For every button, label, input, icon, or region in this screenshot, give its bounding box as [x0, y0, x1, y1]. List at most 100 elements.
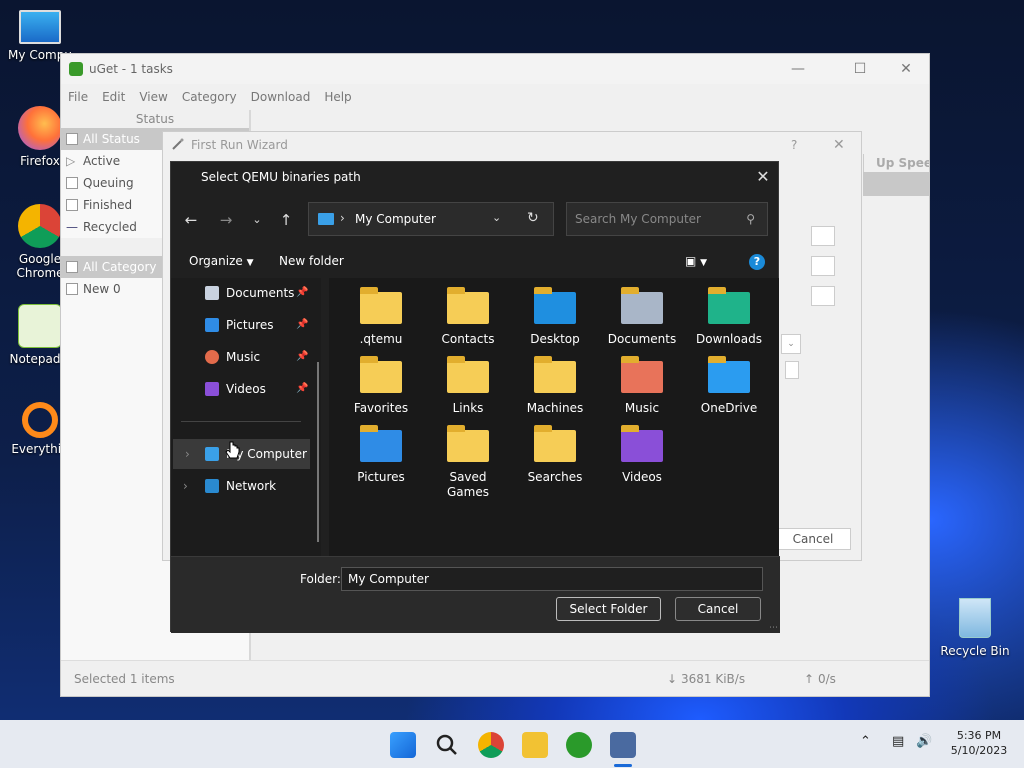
folder-item-favorites[interactable]: Favorites — [339, 347, 423, 416]
menu-help[interactable]: Help — [324, 90, 351, 104]
pin-icon: 📌 — [296, 383, 309, 394]
forward-arrow-icon[interactable]: → — [216, 210, 236, 230]
folder-item-desktop[interactable]: Desktop — [513, 278, 597, 347]
address-dropdown-icon[interactable]: ⌄ — [492, 211, 501, 224]
organize-button[interactable]: Organize ▼ — [189, 254, 254, 268]
folder-input[interactable]: My Computer — [341, 567, 763, 591]
uget-menubar: File Edit View Category Download Help — [61, 84, 929, 110]
volume-icon[interactable]: 🔊 — [916, 734, 932, 749]
computer-icon — [318, 213, 334, 225]
wizard-close-button[interactable]: ✕ — [833, 132, 845, 158]
tray-overflow-chevron-icon[interactable]: ⌃ — [860, 734, 871, 749]
dialog-close-button[interactable]: ✕ — [748, 162, 778, 192]
play-icon: ▷ — [66, 154, 76, 168]
minimize-button[interactable]: — — [775, 54, 821, 84]
nav-item-videos[interactable]: Videos 📌 — [171, 374, 321, 404]
documents-icon — [205, 286, 219, 300]
chrome-icon — [18, 204, 62, 248]
refresh-icon[interactable]: ↻ — [527, 210, 539, 226]
start-windows-icon[interactable] — [390, 732, 416, 758]
uget-title: uGet - 1 tasks — [89, 62, 173, 76]
folder-item-downloads[interactable]: Downloads — [687, 278, 771, 347]
up-arrow-icon[interactable]: ↑ — [276, 210, 296, 230]
firefox-icon — [18, 106, 62, 150]
nav-item-documents[interactable]: Documents 📌 — [171, 278, 321, 308]
download-speed: 3681 KiB/s — [681, 672, 746, 686]
wizard-title: First Run Wizard — [191, 138, 288, 152]
folder-icon — [534, 425, 576, 462]
up-speed-column-bar — [863, 172, 929, 196]
uget-icon[interactable] — [566, 732, 592, 758]
new-folder-button[interactable]: New folder — [279, 254, 344, 268]
file-explorer-icon[interactable] — [522, 732, 548, 758]
resize-grip-icon[interactable]: ⋯ — [769, 623, 778, 633]
monitor-icon — [19, 10, 61, 44]
folder-item-searches[interactable]: Searches — [513, 416, 597, 485]
network-icon — [205, 479, 219, 493]
dialog-cancel-button[interactable]: Cancel — [675, 597, 761, 621]
dialog-titlebar: Select QEMU binaries path ✕ — [171, 162, 778, 192]
chrome-icon[interactable] — [478, 732, 504, 758]
maximize-button[interactable]: ☐ — [837, 54, 883, 84]
folder-item-qtemu[interactable]: .qtemu — [339, 278, 423, 347]
qtemu-icon[interactable] — [610, 732, 636, 758]
wizard-help-button[interactable]: ? — [791, 132, 797, 158]
select-folder-button[interactable]: Select Folder — [556, 597, 661, 621]
menu-category[interactable]: Category — [182, 90, 237, 104]
music-folder-icon — [621, 356, 663, 393]
menu-view[interactable]: View — [139, 90, 167, 104]
downloads-folder-icon — [708, 287, 750, 324]
dialog-navbar: ← → ⌄ ↑ › My Computer ⌄ ↻ Search My Comp… — [171, 202, 780, 236]
folder-item-music[interactable]: Music — [600, 347, 684, 416]
nav-item-network[interactable]: › Network — [171, 471, 321, 501]
wizard-path-browse-3[interactable] — [811, 286, 835, 306]
expand-chevron-icon: › — [185, 447, 190, 461]
search-input[interactable]: Search My Computer ⚲ — [566, 202, 768, 236]
search-icon[interactable] — [434, 732, 460, 758]
recycle-bin-icon — [959, 598, 991, 638]
folder-item-saved-games[interactable]: Saved Games — [426, 416, 510, 500]
wizard-path-browse-2[interactable] — [811, 256, 835, 276]
nav-item-pictures[interactable]: Pictures 📌 — [171, 310, 321, 340]
pictures-folder-icon — [360, 425, 402, 462]
up-speed-column-header[interactable]: Up Spee — [863, 154, 929, 172]
folder-item-machines[interactable]: Machines — [513, 347, 597, 416]
menu-edit[interactable]: Edit — [102, 90, 125, 104]
wizard-dropdown[interactable]: ⌄ — [781, 334, 801, 354]
nav-scrollbar[interactable] — [317, 362, 319, 542]
notepadpp-icon — [18, 304, 62, 348]
mouse-cursor-icon — [225, 441, 240, 459]
menu-download[interactable]: Download — [251, 90, 311, 104]
folder-item-contacts[interactable]: Contacts — [426, 278, 510, 347]
help-icon[interactable]: ? — [749, 254, 765, 270]
breadcrumb-chevron-icon: › — [340, 211, 345, 225]
view-options-icon[interactable]: ▣ ▼ — [685, 254, 707, 268]
folder-item-links[interactable]: Links — [426, 347, 510, 416]
desktop-icon-recycle-bin[interactable]: Recycle Bin — [940, 598, 1010, 658]
back-arrow-icon[interactable]: ← — [181, 210, 201, 230]
folder-item-onedrive[interactable]: OneDrive — [687, 347, 771, 416]
pictures-icon — [205, 318, 219, 332]
network-status-icon[interactable]: ▤ — [892, 734, 904, 749]
address-bar[interactable]: › My Computer ⌄ ↻ — [308, 202, 554, 236]
menu-file[interactable]: File — [68, 90, 88, 104]
history-chevron-icon[interactable]: ⌄ — [247, 210, 267, 230]
wizard-cancel-button[interactable]: Cancel — [775, 528, 851, 550]
expand-chevron-icon: › — [183, 479, 188, 493]
wizard-path-browse-1[interactable] — [811, 226, 835, 246]
folder-item-videos[interactable]: Videos — [600, 416, 684, 485]
status-icon — [66, 133, 78, 145]
nav-item-music[interactable]: Music 📌 — [171, 342, 321, 372]
folder-item-documents[interactable]: Documents — [600, 278, 684, 347]
computer-icon — [205, 447, 219, 461]
pin-icon: 📌 — [296, 319, 309, 330]
wizard-spinner[interactable] — [785, 361, 799, 379]
tray-time: 5:36 PM — [956, 729, 1002, 742]
desktop-folder-icon — [534, 287, 576, 324]
tray-clock[interactable]: 5:36 PM 5/10/2023 — [946, 728, 1012, 758]
folder-item-pictures[interactable]: Pictures — [339, 416, 423, 485]
uget-app-icon — [69, 62, 83, 76]
close-button[interactable]: ✕ — [883, 54, 929, 84]
documents-folder-icon — [621, 287, 663, 324]
folder-content: .qtemu Contacts Desktop Documents Downlo… — [329, 278, 779, 556]
